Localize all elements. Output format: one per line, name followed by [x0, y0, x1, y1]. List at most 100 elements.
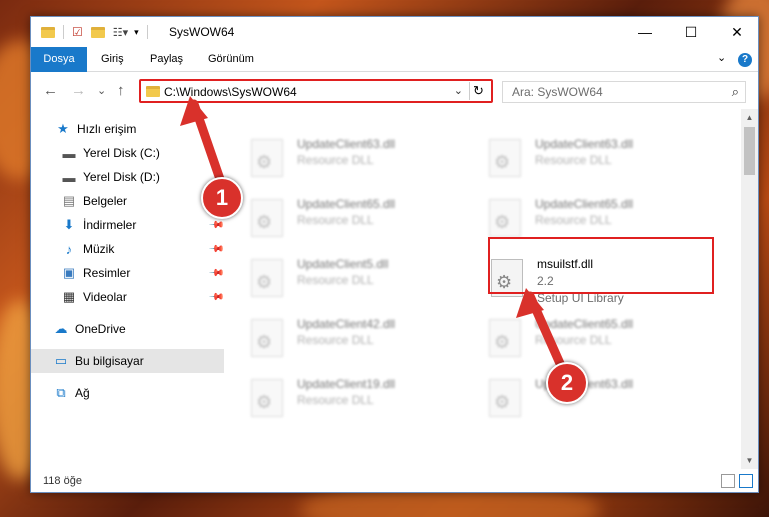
tab-gorunum[interactable]: Görünüm [197, 47, 265, 72]
sidebar-item-network[interactable]: ⧉ Ağ [31, 381, 224, 405]
sidebar-item-videos[interactable]: ▦ Videolar 📌 [31, 285, 224, 309]
file-description: Resource DLL [535, 153, 612, 167]
list-item[interactable]: ⚙ UpdateClient63.dll [489, 375, 719, 427]
file-icon: ⚙ [251, 259, 283, 297]
list-item[interactable]: ⚙ UpdateClient19.dll Resource DLL [251, 375, 481, 427]
sidebar-item-local-disk-d[interactable]: ▬ Yerel Disk (D:) [31, 165, 224, 189]
customize-icon[interactable]: ☷▾ [113, 26, 128, 39]
gear-icon: ⚙ [256, 152, 273, 172]
back-button[interactable]: ← [43, 82, 58, 99]
file-name: UpdateClient65.dll [297, 197, 396, 211]
address-path: C:\Windows\SysWOW64 [164, 85, 297, 99]
list-item[interactable]: ⚙ UpdateClient63.dll Resource DLL [489, 135, 719, 187]
help-icon[interactable]: ? [738, 53, 752, 67]
expand-ribbon-icon[interactable]: ⌄ [717, 51, 726, 64]
file-icon: ⚙ [251, 319, 283, 357]
list-item[interactable]: ⚙ UpdateClient65.dll Resource DLL [251, 195, 481, 247]
close-button[interactable]: ✕ [714, 17, 758, 47]
file-icon: ⚙ [489, 199, 521, 237]
vertical-scrollbar[interactable]: ▲ ▼ [741, 109, 758, 469]
details-view-button[interactable] [721, 474, 735, 488]
gear-icon: ⚙ [494, 332, 511, 352]
download-icon: ⬇ [63, 217, 75, 232]
maximize-button[interactable]: ☐ [668, 17, 714, 47]
cloud-icon: ☁ [54, 321, 68, 336]
gear-icon: ⚙ [256, 272, 273, 292]
recent-locations-button[interactable]: ⌄ [97, 84, 106, 97]
pictures-icon: ▣ [62, 265, 76, 280]
gear-icon: ⚙ [494, 212, 511, 232]
item-count: 118 öğe [43, 475, 82, 487]
search-placeholder: Ara: SysWOW64 [512, 85, 603, 99]
sidebar-item-onedrive[interactable]: ☁ OneDrive [31, 317, 224, 341]
minimize-button[interactable]: — [622, 17, 668, 47]
star-icon: ★ [57, 121, 69, 136]
file-description: Resource DLL [297, 273, 374, 287]
sidebar-item-pictures[interactable]: ▣ Resimler 📌 [31, 261, 224, 285]
file-icon: ⚙ [251, 139, 283, 177]
scroll-up-button[interactable]: ▲ [741, 109, 758, 126]
sidebar-item-quick-access[interactable]: ★ Hızlı erişim [31, 117, 224, 141]
file-name: UpdateClient63.dll [535, 137, 634, 151]
address-bar[interactable]: C:\Windows\SysWOW64 ⌄ ↻ [139, 79, 493, 103]
callout-2: 2 [546, 362, 588, 404]
explorer-window: ☑ ☷▾ ▾ SysWOW64 — ☐ ✕ Dosya Giriş Paylaş… [30, 16, 759, 493]
file-name: UpdateClient65.dll [535, 197, 634, 211]
gear-icon: ⚙ [256, 332, 273, 352]
sidebar-item-local-disk-c[interactable]: ▬ Yerel Disk (C:) [31, 141, 224, 165]
sidebar-item-label: Videolar [83, 290, 127, 304]
tab-giris[interactable]: Giriş [90, 47, 135, 72]
tab-paylas[interactable]: Paylaş [139, 47, 194, 72]
ribbon: Dosya Giriş Paylaş Görünüm ⌄ ? [31, 47, 758, 72]
window-title: SysWOW64 [169, 25, 235, 39]
file-icon: ⚙ [489, 379, 521, 417]
file-name: UpdateClient5.dll [297, 257, 389, 271]
tab-dosya[interactable]: Dosya [31, 47, 87, 72]
list-item[interactable]: ⚙ UpdateClient5.dll Resource DLL [251, 255, 481, 307]
search-input[interactable]: Ara: SysWOW64 ⌕ [502, 81, 746, 103]
file-description: Resource DLL [297, 153, 374, 167]
file-name: UpdateClient65.dll [535, 317, 634, 331]
sidebar-item-label: Yerel Disk (C:) [83, 146, 160, 160]
list-item[interactable]: ⚙ UpdateClient63.dll Resource DLL [251, 135, 481, 187]
pin-icon: 📌 [207, 240, 225, 258]
sidebar-item-label: OneDrive [75, 322, 126, 336]
new-folder-icon[interactable] [90, 26, 105, 38]
computer-icon: ▭ [54, 353, 68, 368]
sidebar-item-label: Resimler [83, 266, 131, 280]
pin-icon: 📌 [207, 288, 225, 306]
sidebar-item-label: Yerel Disk (D:) [83, 170, 160, 184]
forward-button[interactable]: → [71, 82, 86, 99]
music-icon: ♪ [65, 241, 73, 257]
gear-icon: ⚙ [256, 212, 273, 232]
scroll-down-button[interactable]: ▼ [741, 452, 758, 469]
list-item[interactable]: ⚙ UpdateClient42.dll Resource DLL [251, 315, 481, 367]
large-icons-view-button[interactable] [739, 474, 753, 488]
sidebar-item-downloads[interactable]: ⬇ İndirmeler 📌 [31, 213, 225, 237]
chevron-down-icon[interactable]: ▾ [134, 27, 139, 38]
sidebar-item-music[interactable]: ♪ Müzik 📌 [31, 237, 224, 261]
highlight-box [488, 237, 714, 294]
file-name: UpdateClient42.dll [297, 317, 396, 331]
refresh-button[interactable]: ↻ [469, 82, 487, 100]
sidebar-item-documents[interactable]: ▤ Belgeler 📌 [31, 189, 224, 213]
chevron-down-icon[interactable]: ⌄ [454, 84, 463, 97]
file-description: Resource DLL [535, 333, 612, 347]
file-icon: ⚙ [489, 319, 521, 357]
sidebar-item-label: Bu bilgisayar [75, 354, 144, 368]
file-icon: ⚙ [251, 379, 283, 417]
sidebar-item-this-pc[interactable]: ▭ Bu bilgisayar [31, 349, 224, 373]
list-item[interactable]: ⚙ UpdateClient65.dll Resource DLL [489, 315, 719, 367]
sidebar-item-label: İndirmeler [83, 218, 137, 232]
file-name: UpdateClient19.dll [297, 377, 396, 391]
folder-icon [41, 26, 55, 38]
properties-icon[interactable]: ☑ [72, 25, 83, 39]
scroll-thumb[interactable] [744, 127, 755, 175]
gear-icon: ⚙ [494, 152, 511, 172]
navigation-bar: ← → ⌄ ↑ C:\Windows\SysWOW64 ⌄ ↻ Ara: Sys… [31, 73, 758, 109]
network-icon: ⧉ [56, 385, 66, 400]
drive-icon: ▬ [62, 145, 76, 161]
drive-icon: ▬ [62, 169, 76, 185]
status-bar: 118 öğe [31, 471, 758, 492]
up-button[interactable]: ↑ [117, 82, 125, 99]
